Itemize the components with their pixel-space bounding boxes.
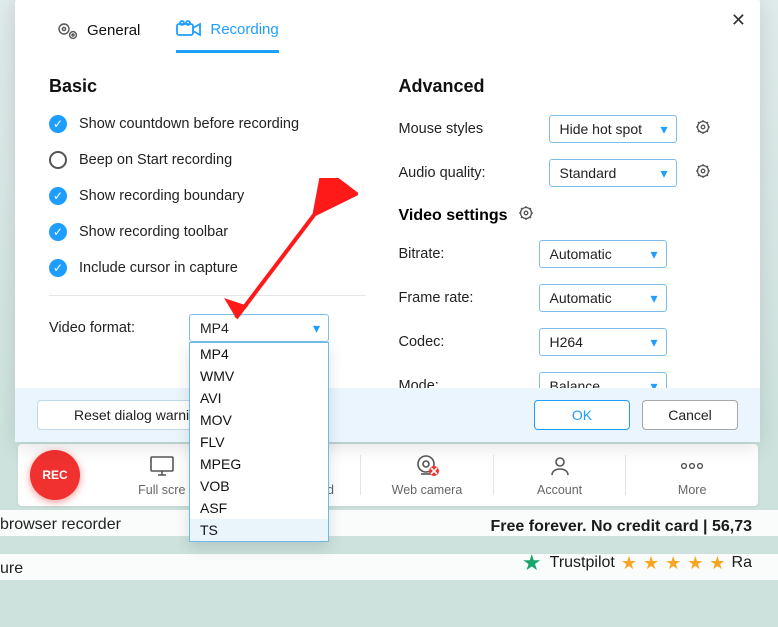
audio-quality-label: Audio quality: bbox=[399, 165, 539, 181]
tab-recording[interactable]: Recording bbox=[176, 20, 278, 53]
dropdown-option[interactable]: TS bbox=[190, 519, 328, 541]
divider bbox=[49, 295, 366, 296]
toolbar-label: More bbox=[678, 483, 706, 497]
frame-rate-label: Frame rate: bbox=[399, 290, 539, 306]
cancel-button[interactable]: Cancel bbox=[642, 400, 738, 430]
tab-general[interactable]: General bbox=[57, 20, 140, 53]
checkbox-label: Show countdown before recording bbox=[79, 116, 299, 132]
toolbar-item-webcam[interactable]: Web camera bbox=[361, 453, 493, 497]
toolbar-item-more[interactable]: More bbox=[626, 453, 758, 497]
promo-text: Free forever. No credit card | 56,73 bbox=[491, 518, 753, 536]
video-settings-title: Video settings bbox=[399, 205, 737, 226]
dropdown-option[interactable]: MP4 bbox=[190, 343, 328, 365]
dropdown-option[interactable]: AVI bbox=[190, 387, 328, 409]
gear-icon bbox=[57, 22, 79, 40]
chevron-down-icon: ▾ bbox=[313, 320, 320, 337]
trustpilot-star-icon: ★ bbox=[522, 550, 542, 576]
mouse-styles-label: Mouse styles bbox=[399, 121, 539, 137]
record-button[interactable]: REC bbox=[30, 450, 80, 500]
checkbox-label: Show recording toolbar bbox=[79, 224, 228, 240]
reset-button-label: Reset dialog warni bbox=[74, 407, 189, 423]
chevron-down-icon: ▾ bbox=[660, 121, 667, 138]
dropdown-option[interactable]: ASF bbox=[190, 497, 328, 519]
checkbox-row-countdown[interactable]: ✓ Show countdown before recording bbox=[49, 115, 387, 133]
checkbox-row-boundary[interactable]: ✓ Show recording boundary bbox=[49, 187, 387, 205]
more-icon bbox=[626, 453, 758, 479]
chevron-down-icon: ▾ bbox=[650, 334, 657, 351]
trustpilot-row: ★ Trustpilot ★ ★ ★ ★ ★ Ra bbox=[522, 550, 752, 576]
star-icon: ★ bbox=[709, 553, 725, 574]
webcam-off-icon bbox=[361, 453, 493, 479]
checkbox-checked-icon: ✓ bbox=[49, 187, 67, 205]
settings-dialog: ✕ General Recording Basic ✓ Show countdo… bbox=[15, 0, 760, 442]
user-icon bbox=[494, 453, 626, 479]
select-value: Automatic bbox=[550, 246, 612, 262]
chevron-down-icon: ▾ bbox=[650, 246, 657, 263]
gear-icon[interactable] bbox=[518, 205, 534, 226]
video-format-label: Video format: bbox=[49, 320, 189, 336]
toolbar-label: Account bbox=[537, 483, 582, 497]
frame-rate-select[interactable]: Automatic ▾ bbox=[539, 284, 667, 312]
checkbox-checked-icon: ✓ bbox=[49, 259, 67, 277]
star-icon: ★ bbox=[687, 553, 703, 574]
checkbox-checked-icon: ✓ bbox=[49, 223, 67, 241]
dropdown-option[interactable]: MOV bbox=[190, 409, 328, 431]
toolbar-label: Web camera bbox=[392, 483, 463, 497]
camcorder-icon bbox=[176, 20, 202, 38]
dialog-tabs: General Recording bbox=[15, 0, 760, 54]
codec-select[interactable]: H264 ▾ bbox=[539, 328, 667, 356]
trustpilot-label: Trustpilot bbox=[550, 554, 615, 572]
dropdown-option[interactable]: VOB bbox=[190, 475, 328, 497]
chevron-down-icon: ▾ bbox=[660, 165, 667, 182]
checkbox-row-cursor[interactable]: ✓ Include cursor in capture bbox=[49, 259, 387, 277]
star-icon: ★ bbox=[621, 553, 637, 574]
bitrate-select[interactable]: Automatic ▾ bbox=[539, 240, 667, 268]
app-toolbar: REC Full scre System sound Web camera Ac… bbox=[18, 444, 758, 506]
star-icon: ★ bbox=[665, 553, 681, 574]
video-format-dropdown: MP4 WMV AVI MOV FLV MPEG VOB ASF TS bbox=[189, 342, 329, 542]
advanced-column: Advanced Mouse styles Hide hot spot ▾ Au… bbox=[399, 76, 737, 416]
video-format-select[interactable]: MP4 ▾ bbox=[189, 314, 329, 342]
advanced-title: Advanced bbox=[399, 76, 737, 97]
ok-button[interactable]: OK bbox=[534, 400, 630, 430]
tab-general-label: General bbox=[87, 22, 140, 39]
checkbox-label: Show recording boundary bbox=[79, 188, 244, 204]
bg-text-browser: browser recorder bbox=[0, 516, 121, 534]
dropdown-option[interactable]: FLV bbox=[190, 431, 328, 453]
basic-title: Basic bbox=[49, 76, 387, 97]
dialog-footer: Reset dialog warni OK Cancel bbox=[15, 388, 760, 442]
bitrate-label: Bitrate: bbox=[399, 246, 539, 262]
checkbox-label: Include cursor in capture bbox=[79, 260, 238, 276]
close-icon[interactable]: ✕ bbox=[731, 10, 746, 31]
star-icon: ★ bbox=[643, 553, 659, 574]
gear-icon[interactable] bbox=[695, 163, 711, 184]
tab-recording-label: Recording bbox=[210, 21, 278, 38]
checkbox-label: Beep on Start recording bbox=[79, 152, 232, 168]
checkbox-checked-icon: ✓ bbox=[49, 115, 67, 133]
select-value: Hide hot spot bbox=[560, 121, 643, 137]
bg-text-ure: ure bbox=[0, 560, 23, 578]
mouse-styles-select[interactable]: Hide hot spot ▾ bbox=[549, 115, 677, 143]
checkbox-row-toolbar[interactable]: ✓ Show recording toolbar bbox=[49, 223, 387, 241]
dropdown-option[interactable]: MPEG bbox=[190, 453, 328, 475]
select-value: Automatic bbox=[550, 290, 612, 306]
toolbar-label: Full scre bbox=[138, 483, 185, 497]
ok-button-label: OK bbox=[572, 407, 592, 423]
checkbox-row-beep[interactable]: • Beep on Start recording bbox=[49, 151, 387, 169]
chevron-down-icon: ▾ bbox=[650, 290, 657, 307]
select-value: Standard bbox=[560, 165, 617, 181]
codec-label: Codec: bbox=[399, 334, 539, 350]
select-value: MP4 bbox=[200, 320, 229, 336]
trustpilot-tail: Ra bbox=[732, 554, 752, 572]
gear-icon[interactable] bbox=[695, 119, 711, 140]
basic-column: Basic ✓ Show countdown before recording … bbox=[49, 76, 387, 416]
select-value: H264 bbox=[550, 334, 583, 350]
audio-quality-select[interactable]: Standard ▾ bbox=[549, 159, 677, 187]
radio-unchecked-icon: • bbox=[49, 151, 67, 169]
dropdown-option[interactable]: WMV bbox=[190, 365, 328, 387]
toolbar-item-account[interactable]: Account bbox=[494, 453, 626, 497]
cancel-button-label: Cancel bbox=[668, 407, 712, 423]
